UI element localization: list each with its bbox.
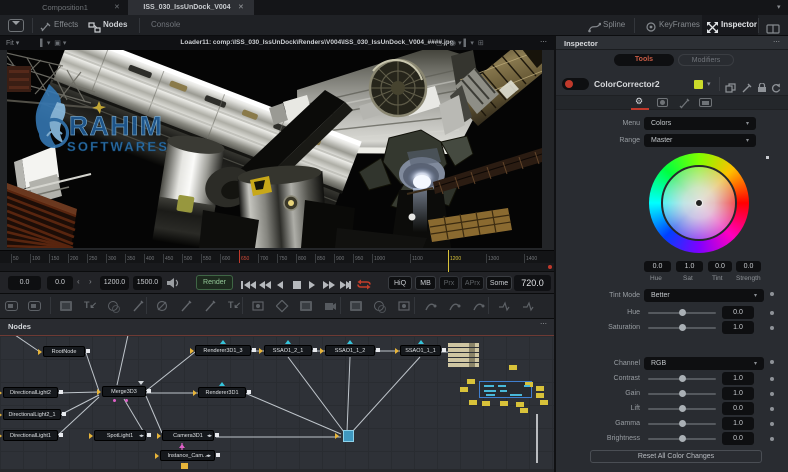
svg-text:SOFTWARES: SOFTWARES xyxy=(67,139,169,154)
svg-text:RAHIM: RAHIM xyxy=(69,111,163,141)
